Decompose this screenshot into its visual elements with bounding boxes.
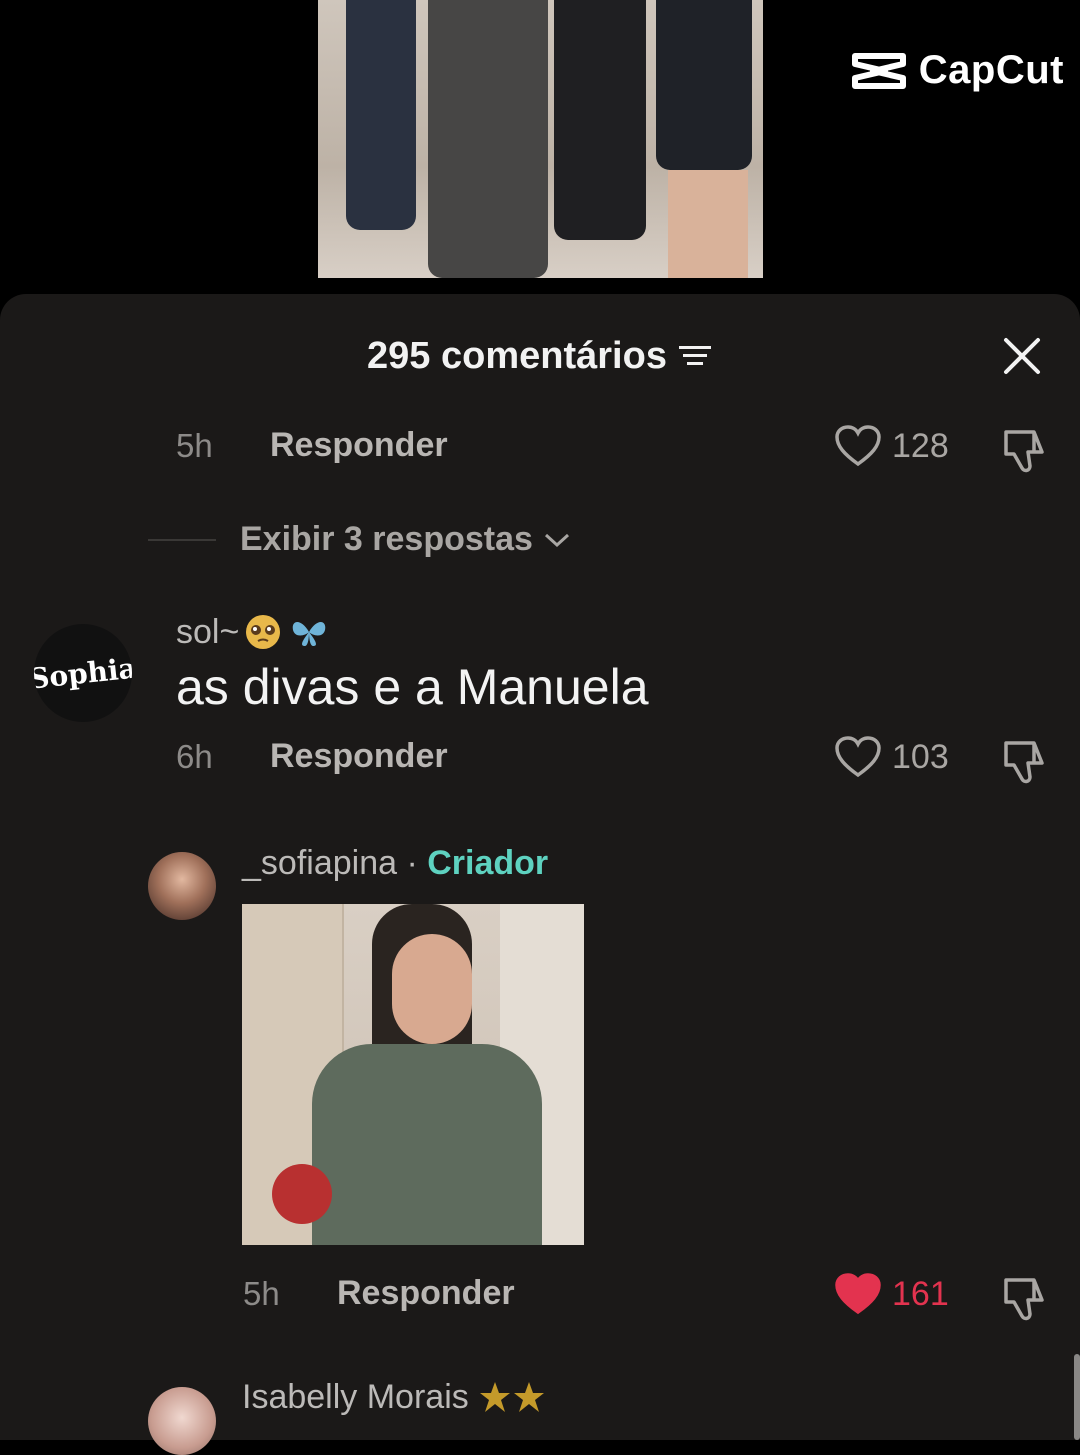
comment-text: as divas e a Manuela: [176, 659, 649, 715]
heart-icon: [835, 1273, 881, 1315]
separator: ·: [397, 844, 428, 882]
capcut-brand-text: CapCut: [918, 48, 1064, 92]
divider: [148, 538, 216, 541]
dislike-icon[interactable]: [998, 737, 1048, 787]
username: _sofiapina: [242, 844, 398, 882]
reply-button[interactable]: Responder: [337, 1274, 515, 1313]
heart-icon: [835, 425, 881, 467]
username: sol~: [176, 612, 240, 651]
like-button[interactable]: 161: [834, 1272, 949, 1316]
view-replies-label: Exibir 3 respostas: [240, 520, 533, 558]
comment-meta: 5h Responder: [243, 1274, 515, 1313]
close-icon[interactable]: [1000, 334, 1044, 378]
sheet-header: 295 comentários: [0, 324, 1080, 388]
dislike-icon[interactable]: [998, 1274, 1048, 1324]
avatar[interactable]: Sophia: [34, 624, 132, 722]
gif-shirt: [312, 1044, 542, 1245]
star-icon: [479, 1381, 544, 1412]
chevron-down-icon: [544, 533, 569, 547]
pleading-emoji-icon: [246, 615, 281, 649]
capcut-watermark: CapCut: [851, 48, 1064, 93]
scrollbar[interactable]: [1074, 1354, 1080, 1440]
dislike-icon[interactable]: [998, 426, 1048, 476]
username: Isabelly Morais: [242, 1378, 469, 1416]
reply-button[interactable]: Responder: [270, 737, 448, 776]
comment-author[interactable]: _sofiapina · Criador: [242, 844, 548, 883]
gif-face: [392, 934, 472, 1044]
reply-button[interactable]: Responder: [270, 426, 448, 465]
like-button[interactable]: 128: [834, 424, 949, 468]
comment-meta: 6h Responder: [176, 737, 448, 776]
comment-meta: 5h Responder: [176, 426, 448, 465]
gif-object: [272, 1164, 332, 1224]
video-preview[interactable]: [318, 0, 763, 278]
avatar[interactable]: [148, 1387, 216, 1455]
like-count: 103: [892, 737, 949, 776]
avatar-text: Sophia: [34, 650, 132, 696]
filter-icon[interactable]: [677, 341, 713, 371]
like-count: 128: [892, 426, 949, 465]
comment-author[interactable]: Isabelly Morais: [242, 1378, 547, 1417]
comment-author[interactable]: sol~: [176, 612, 329, 652]
video-figure: [656, 0, 752, 170]
video-figure: [428, 0, 548, 278]
comment-gif-image[interactable]: [242, 904, 584, 1245]
avatar[interactable]: [148, 852, 216, 920]
like-button[interactable]: 103: [834, 735, 949, 779]
butterfly-icon: [293, 622, 326, 646]
comments-count-title: 295 comentários: [367, 334, 667, 377]
video-figure: [554, 0, 646, 240]
comment-time: 5h: [176, 426, 213, 464]
capcut-logo-icon: [851, 52, 906, 89]
comment-time: 5h: [243, 1274, 280, 1312]
view-replies-toggle[interactable]: Exibir 3 respostas: [148, 520, 571, 559]
comment-time: 6h: [176, 737, 213, 775]
creator-badge: Criador: [427, 844, 549, 882]
comments-sheet: 295 comentários 5h Responder 128 Exibir …: [0, 294, 1080, 1455]
video-figure: [668, 170, 748, 278]
like-count: 161: [892, 1274, 949, 1313]
heart-icon: [835, 736, 881, 778]
video-figure: [346, 0, 416, 230]
